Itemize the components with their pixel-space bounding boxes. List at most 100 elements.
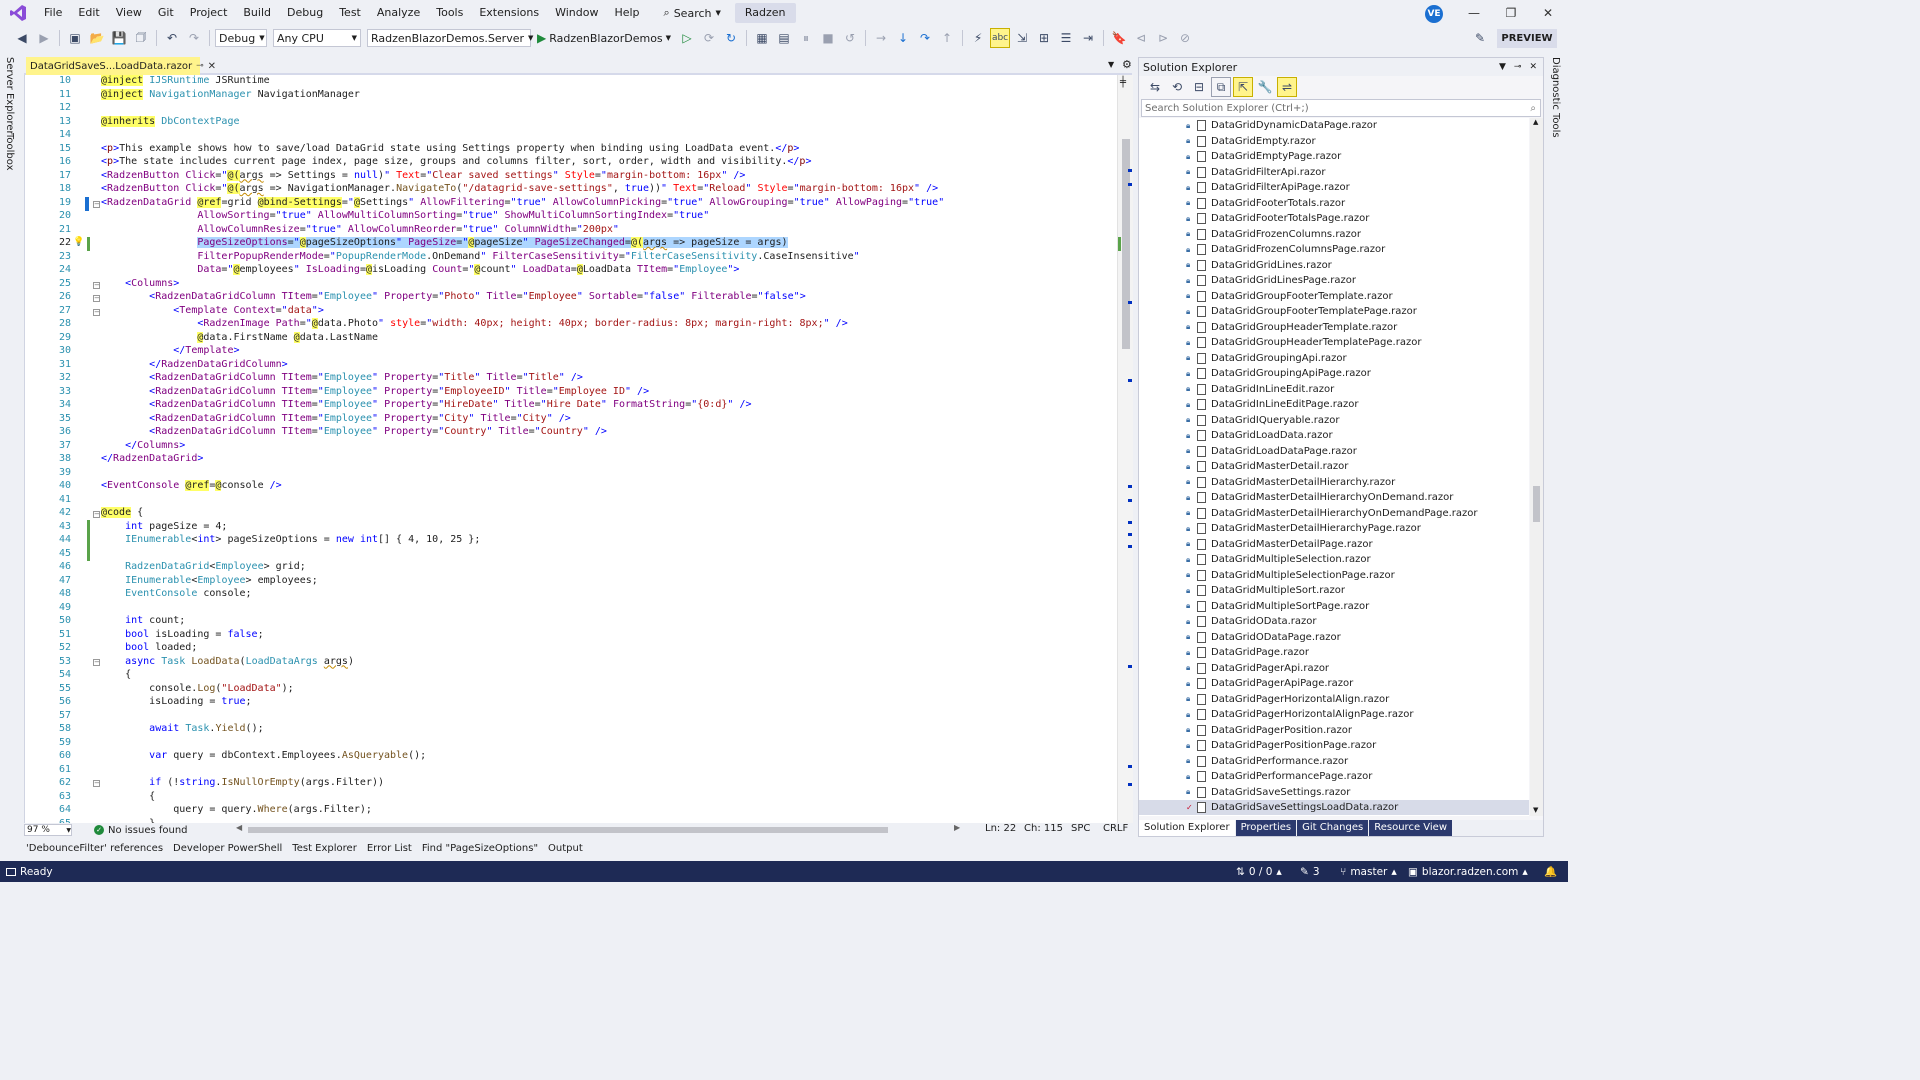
document-tab[interactable]: DataGridSaveS...LoadData.razor ⊸ ✕ (26, 57, 216, 75)
notifications-icon[interactable]: 🔔 (1544, 861, 1557, 882)
tree-item[interactable]: 🔒︎ DataGridEmpty.razor (1139, 134, 1529, 149)
tree-item[interactable]: 🔒︎ DataGridPerformancePage.razor (1139, 769, 1529, 784)
column-indicator[interactable]: Ch: 115 (1024, 823, 1063, 834)
indent-icon[interactable]: ⇥ (1078, 28, 1098, 48)
menu-edit[interactable]: Edit (70, 0, 107, 26)
pin-icon[interactable]: ⊸ (1514, 62, 1522, 72)
tree-item[interactable]: 🔒︎ DataGridInLineEdit.razor (1139, 382, 1529, 397)
properties-icon[interactable]: 🔧 (1255, 77, 1275, 97)
git-commits-indicator[interactable]: ⇅ 0 / 0 ▲ (1236, 861, 1282, 882)
tree-item[interactable]: 🔒︎ DataGridFilterApiPage.razor (1139, 180, 1529, 195)
tree-item[interactable]: 🔒︎ DataGridPagerPositionPage.razor (1139, 738, 1529, 753)
tree-item[interactable]: 🔒︎ DataGridGroupFooterTemplate.razor (1139, 289, 1529, 304)
format-icon[interactable]: ☰ (1056, 28, 1076, 48)
solution-tree-scrollbar[interactable]: ▲ ▼ (1530, 118, 1543, 816)
restart-icon[interactable]: ↺ (840, 28, 860, 48)
pin-icon[interactable]: ⊸ (196, 61, 204, 71)
tree-item[interactable]: 🔒︎ DataGridFrozenColumns.razor (1139, 227, 1529, 242)
chevron-down-icon[interactable]: ▼ (1499, 62, 1506, 72)
menu-tools[interactable]: Tools (428, 0, 471, 26)
tree-item[interactable]: 🔒︎ DataGridLoadData.razor (1139, 428, 1529, 443)
tree-item[interactable]: 🔒︎ DataGridMasterDetailPage.razor (1139, 537, 1529, 552)
restore-icon[interactable]: ❐ (1493, 0, 1529, 26)
next-bookmark-icon[interactable]: ⊳ (1153, 28, 1173, 48)
tab-git-changes[interactable]: Git Changes (1297, 820, 1369, 836)
code-area[interactable]: @inject IJSRuntime JSRuntime @inject Nav… (101, 75, 1117, 823)
tree-item[interactable]: 🔒︎ DataGridODataPage.razor (1139, 630, 1529, 645)
tree-item[interactable]: 🔒︎ DataGridDynamicDataPage.razor (1139, 118, 1529, 133)
tab-find-results[interactable]: Find "PageSizeOptions" (422, 843, 538, 854)
menu-help[interactable]: Help (606, 0, 647, 26)
pending-changes-indicator[interactable]: ✎ 3 (1300, 861, 1320, 882)
tab-output[interactable]: Output (548, 843, 583, 854)
tree-item[interactable]: 🔒︎ DataGridMultipleSort.razor (1139, 583, 1529, 598)
tree-item[interactable]: 🔒︎ DataGridPerformance.razor (1139, 754, 1529, 769)
collapse-all-icon[interactable]: ⊟ (1189, 77, 1209, 97)
switch-views-icon[interactable]: ⇆ (1145, 77, 1165, 97)
split-icon[interactable]: ╪ (1120, 77, 1126, 88)
scroll-up-icon[interactable]: ▲ (1533, 118, 1538, 126)
fold-toggle[interactable]: − (93, 780, 100, 787)
zoom-select[interactable]: 97 % ▼ (24, 824, 72, 836)
scroll-thumb[interactable] (1533, 486, 1540, 522)
run-button[interactable]: ▶ RadzenBlazorDemos ▼ (533, 31, 675, 45)
tree-item[interactable]: 🔒︎ DataGridPagerHorizontalAlignPage.razor (1139, 707, 1529, 722)
tree-item[interactable]: 🔒︎ DataGridSaveSettings.razor (1139, 785, 1529, 800)
tree-item[interactable]: 🔒︎ DataGridPagerApi.razor (1139, 661, 1529, 676)
tab-references[interactable]: 'DebounceFilter' references (26, 843, 163, 854)
minimize-icon[interactable]: — (1456, 0, 1492, 26)
search-button[interactable]: ⌕ Search ▼ (656, 3, 729, 23)
tree-item[interactable]: 🔒︎ DataGridGridLinesPage.razor (1139, 273, 1529, 288)
tree-item[interactable]: 🔒︎ DataGridFooterTotalsPage.razor (1139, 211, 1529, 226)
scroll-left-icon[interactable]: ◀ (236, 823, 242, 832)
step-out-icon[interactable]: ↑ (937, 28, 957, 48)
menu-extensions[interactable]: Extensions (471, 0, 547, 26)
scroll-thumb[interactable] (248, 827, 888, 833)
tree-item[interactable]: 🔒︎ DataGridMasterDetailHierarchy.razor (1139, 475, 1529, 490)
editor-horizontal-scrollbar[interactable]: ◀ ▶ (236, 823, 960, 834)
code-editor[interactable]: 10 11 12 13 14 15 16 17 18 19 20 21 22 23 24 25 26 27 28 29… (24, 75, 1133, 829)
startup-project-select[interactable]: RadzenBlazorDemos.Server ▼ (367, 29, 533, 47)
step-into-icon[interactable]: ↓ (893, 28, 913, 48)
fold-toggle[interactable]: − (93, 511, 100, 518)
fold-toggle[interactable]: − (93, 309, 100, 316)
back-icon[interactable]: ◀ (12, 28, 32, 48)
stop-icon[interactable]: ■ (818, 28, 838, 48)
tab-resource-view[interactable]: Resource View (1369, 820, 1453, 836)
tree-item[interactable]: 🔒︎ DataGridPagerHorizontalAlign.razor (1139, 692, 1529, 707)
tree-item[interactable]: 🔒︎ DataGridGroupHeaderTemplate.razor (1139, 320, 1529, 335)
server-explorer-tab[interactable]: Server Explorer (4, 57, 15, 135)
tab-developer-powershell[interactable]: Developer PowerShell (173, 843, 282, 854)
forward-icon[interactable]: ▶ (34, 28, 54, 48)
editor-vertical-scrollbar[interactable]: ╪ (1117, 75, 1133, 823)
show-next-statement-icon[interactable]: → (871, 28, 891, 48)
browser-link-icon[interactable]: ⟳ (699, 28, 719, 48)
tree-item[interactable]: 🔒︎ DataGridGridLines.razor (1139, 258, 1529, 273)
tab-overflow-icon[interactable]: ▼ (1108, 60, 1114, 69)
menu-build[interactable]: Build (235, 0, 279, 26)
feedback-icon[interactable]: ✎ (1470, 28, 1490, 48)
scroll-right-icon[interactable]: ▶ (954, 823, 960, 832)
toggle-icon[interactable]: ⇲ (1012, 28, 1032, 48)
show-all-files-icon[interactable]: ⧉ (1211, 77, 1231, 97)
menu-test[interactable]: Test (331, 0, 369, 26)
tab-properties[interactable]: Properties (1235, 820, 1297, 836)
lightbulb-icon[interactable]: 💡 (73, 237, 84, 247)
configuration-select[interactable]: Debug ▼ (215, 29, 267, 47)
previous-bookmark-icon[interactable]: ⊲ (1131, 28, 1151, 48)
tree-item[interactable]: 🔒︎ DataGridGroupingApi.razor (1139, 351, 1529, 366)
settings-icon[interactable]: ⚙ (1122, 58, 1132, 71)
toolbox-tab[interactable]: Toolbox (4, 133, 15, 171)
tree-item[interactable]: ✓ DataGridSaveSettingsLoadData.razor (1139, 800, 1529, 815)
bookmark-icon[interactable]: 🔖 (1109, 28, 1129, 48)
tree-item[interactable]: 🔒︎ DataGridPage.razor (1139, 645, 1529, 660)
solution-tree[interactable]: 🔒︎ DataGridDynamicDataPage.razor 🔒︎ DataGri… (1139, 118, 1529, 816)
menu-file[interactable]: File (36, 0, 70, 26)
tab-test-explorer[interactable]: Test Explorer (292, 843, 357, 854)
radzen-badge[interactable]: Radzen (734, 3, 796, 23)
preview-selected-icon[interactable]: ⇱ (1233, 77, 1253, 97)
save-all-icon[interactable]: 🗇 (131, 28, 151, 48)
fold-toggle[interactable]: − (93, 295, 100, 302)
whitespace-indicator[interactable]: SPC (1071, 823, 1090, 834)
tree-item[interactable]: 🔒︎ DataGridPagerApiPage.razor (1139, 676, 1529, 691)
